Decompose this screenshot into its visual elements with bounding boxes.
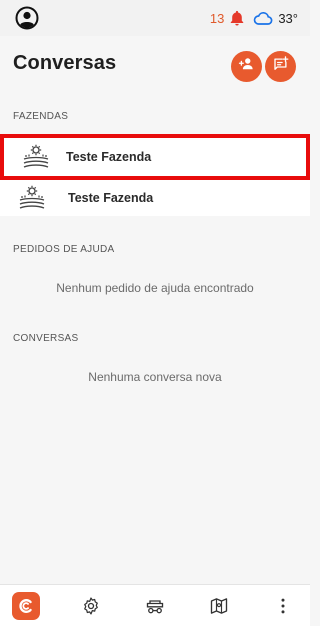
notification-count: 13 <box>209 10 225 26</box>
section-label-help-requests: PEDIDOS DE AJUDA <box>13 244 115 255</box>
status-indicators: 13 33° <box>210 8 298 28</box>
farm-list-item[interactable]: Teste Fazenda <box>0 134 310 180</box>
section-label-farms: FAZENDAS <box>13 111 69 122</box>
new-chat-icon <box>272 55 290 78</box>
top-status-bar: 13 33° <box>0 0 310 36</box>
add-user-icon <box>238 55 256 78</box>
more-vertical-icon[interactable] <box>269 593 297 619</box>
farm-field-icon <box>22 144 50 170</box>
map-icon[interactable] <box>205 593 233 619</box>
user-circle-icon[interactable] <box>15 6 39 30</box>
app-logo-icon[interactable] <box>12 592 40 620</box>
settings-gear-icon[interactable] <box>77 593 105 619</box>
farm-field-icon <box>18 185 46 211</box>
cloud-icon <box>253 10 273 26</box>
farm-list-item[interactable]: Teste Fazenda <box>0 180 310 216</box>
conversations-empty-message: Nenhuma conversa nova <box>88 370 222 384</box>
bell-icon[interactable] <box>228 9 246 27</box>
bottom-navigation <box>0 584 310 626</box>
new-chat-button[interactable] <box>265 51 296 82</box>
farm-name: Teste Fazenda <box>68 191 154 205</box>
page-title: Conversas <box>13 52 117 74</box>
page-header: Conversas <box>0 36 310 100</box>
section-label-conversations: CONVERSAS <box>13 333 79 344</box>
temperature: 33° <box>278 10 298 26</box>
add-user-button[interactable] <box>231 51 262 82</box>
farm-name: Teste Fazenda <box>66 150 152 164</box>
help-requests-empty-message: Nenhum pedido de ajuda encontrado <box>56 281 254 295</box>
machinery-icon[interactable] <box>141 593 169 619</box>
